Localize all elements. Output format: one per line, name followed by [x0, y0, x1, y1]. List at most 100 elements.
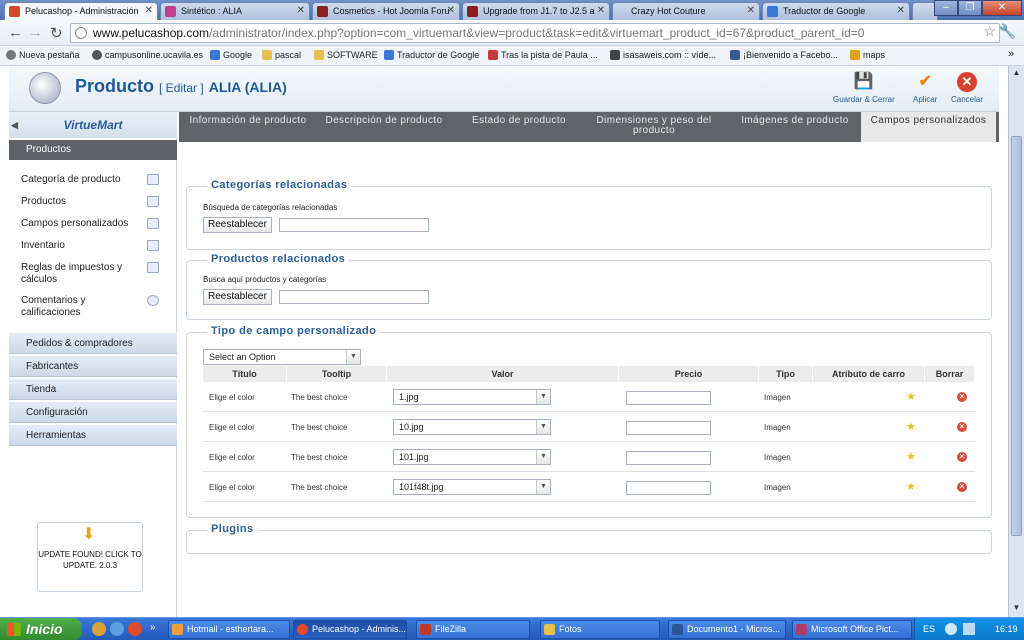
delete-icon[interactable]: ✕ — [957, 482, 967, 492]
sidebar-group-pedidos[interactable]: Pedidos & compradores — [9, 332, 177, 354]
browser-tab[interactable]: Traductor de Google ✕ — [762, 2, 910, 20]
bookmark-item[interactable]: isasaweis.com :: víde... — [610, 50, 716, 60]
precio-input[interactable] — [626, 451, 711, 465]
minimize-icon[interactable]: – — [934, 0, 958, 16]
custom-fields-legend: Tipo de campo personalizado — [207, 325, 381, 337]
collapse-arrow-icon[interactable]: ◀ — [11, 112, 18, 138]
wrench-icon[interactable]: 🔧 — [999, 23, 1016, 40]
clock[interactable]: 16:19 — [995, 618, 1018, 640]
taskbar-item[interactable]: Fotos — [540, 620, 660, 639]
apply-button[interactable]: ✔ Aplicar — [913, 72, 937, 104]
sidebar-group-tienda[interactable]: Tienda — [9, 378, 177, 400]
scroll-up-icon[interactable]: ▲ — [1011, 68, 1022, 80]
col-header-titulo: Título — [203, 366, 287, 382]
close-tab-icon[interactable]: ✕ — [597, 5, 605, 16]
address-input[interactable]: www.pelucashop.com/administrator/index.p… — [70, 23, 1000, 43]
custom-field-type-select[interactable]: Select an Option ▼ — [203, 349, 361, 365]
close-tab-icon[interactable]: ✕ — [747, 5, 755, 16]
bookmark-item[interactable]: SOFTWARE — [314, 50, 378, 60]
delete-icon[interactable]: ✕ — [957, 392, 967, 402]
categorias-search-input[interactable] — [279, 218, 429, 232]
sidebar-item-comentarios[interactable]: Comentarios y calificaciones — [21, 295, 159, 319]
productos-search-input[interactable] — [279, 290, 429, 304]
quicklaunch-chrome-icon[interactable] — [128, 622, 142, 636]
taskbar-item[interactable]: Hotmail - esthertara... — [168, 620, 290, 639]
taskbar-item[interactable]: Microsoft Office Pict... — [792, 620, 912, 639]
bookmark-item[interactable]: Nueva pestaña — [6, 50, 80, 60]
browser-tab[interactable]: Crazy Hot Couture ✕ — [612, 2, 760, 20]
valor-select[interactable]: 101.jpg ▼ — [393, 449, 551, 465]
tab-estado[interactable]: Estado de producto — [469, 116, 569, 126]
sidebar-group-fabricantes[interactable]: Fabricantes — [9, 355, 177, 377]
maximize-icon[interactable]: ❐ — [958, 0, 982, 16]
reload-icon[interactable]: ↻ — [50, 24, 63, 42]
taskbar-item[interactable]: Pelucashop - Adminis... — [293, 620, 407, 639]
save-close-button[interactable]: 💾 Guardar & Cerrar — [833, 72, 895, 104]
sidebar-item-inventario[interactable]: Inventario — [21, 240, 171, 252]
bookmark-item[interactable]: Tras la pista de Paula ... — [488, 50, 598, 60]
bookmark-item[interactable]: pascal — [262, 50, 301, 60]
browser-tab[interactable]: Pelucashop - Administración ✕ — [4, 2, 158, 20]
browser-tab[interactable]: Cosmetics - Hot Joomla Foru ✕ — [312, 2, 460, 20]
tab-informacion[interactable]: Información de producto — [183, 116, 313, 126]
sidebar-item-categoria[interactable]: Categoría de producto — [21, 174, 171, 186]
bookmarks-bar: Nueva pestaña campusonline.ucavila.es Go… — [0, 46, 1024, 66]
browser-tab[interactable]: Sintético : ALIA ✕ — [160, 2, 310, 20]
sidebar-item-productos[interactable]: Productos — [21, 196, 171, 208]
quicklaunch-explorer-icon[interactable] — [110, 622, 124, 636]
bookmark-item[interactable]: Google — [210, 50, 252, 60]
taskbar-item[interactable]: Documento1 - Micros... — [668, 620, 786, 639]
tab-dimensiones[interactable]: Dimensiones y peso del producto — [589, 116, 719, 136]
precio-input[interactable] — [626, 421, 711, 435]
cart-attribute-star-icon[interactable]: ★ — [906, 390, 916, 403]
close-tab-icon[interactable]: ✕ — [897, 5, 905, 16]
more-bookmarks-icon[interactable]: » — [1008, 48, 1014, 60]
sidebar-group-herramientas[interactable]: Herramientas — [9, 424, 177, 446]
scroll-down-icon[interactable]: ▼ — [1011, 603, 1022, 615]
col-header-tooltip: Tooltip — [287, 366, 387, 382]
network-icon[interactable] — [945, 623, 957, 635]
categorias-reset-button[interactable]: Reestablecer — [203, 217, 272, 233]
bookmark-star-icon[interactable]: ☆ — [983, 23, 996, 40]
word-icon — [672, 624, 683, 635]
sidebar-group-configuracion[interactable]: Configuración — [9, 401, 177, 423]
precio-input[interactable] — [626, 481, 711, 495]
valor-select[interactable]: 10.jpg ▼ — [393, 419, 551, 435]
volume-icon[interactable] — [963, 623, 975, 635]
quicklaunch-ie-icon[interactable] — [92, 622, 106, 636]
forward-arrow-icon[interactable]: → — [28, 24, 43, 41]
tab-imagenes[interactable]: Imágenes de producto — [735, 116, 855, 126]
close-window-icon[interactable]: ✕ — [982, 0, 1022, 16]
bookmark-item[interactable]: campusonline.ucavila.es — [92, 50, 203, 60]
sidebar-item-impuestos[interactable]: Reglas de impuestos y cálculos — [21, 262, 159, 286]
delete-icon[interactable]: ✕ — [957, 452, 967, 462]
page-scrollbar[interactable]: ▲ ▼ — [1008, 66, 1024, 617]
update-notice-button[interactable]: ⬇ UPDATE FOUND! CLICK TO UPDATE. 2.0.3 — [37, 522, 143, 592]
valor-select[interactable]: 1.jpg ▼ — [393, 389, 551, 405]
browser-tab[interactable]: Upgrade from J1.7 to J2.5 a ✕ — [462, 2, 610, 20]
productos-reset-button[interactable]: Reestablecer — [203, 289, 272, 305]
language-indicator[interactable]: ES — [923, 618, 935, 640]
sidebar-section-productos[interactable]: Productos — [9, 140, 177, 160]
delete-icon[interactable]: ✕ — [957, 422, 967, 432]
cart-attribute-star-icon[interactable]: ★ — [906, 450, 916, 463]
bookmark-item[interactable]: maps — [850, 50, 885, 60]
close-tab-icon[interactable]: ✕ — [447, 5, 455, 16]
close-tab-icon[interactable]: ✕ — [297, 5, 305, 16]
close-tab-icon[interactable]: ✕ — [145, 5, 153, 16]
tab-campos-personalizados[interactable]: Campos personalizados — [861, 112, 996, 142]
precio-input[interactable] — [626, 391, 711, 405]
tab-descripcion[interactable]: Descripción de producto — [319, 116, 449, 126]
taskbar-item[interactable]: FileZilla — [416, 620, 530, 639]
cart-attribute-star-icon[interactable]: ★ — [906, 480, 916, 493]
cart-attribute-star-icon[interactable]: ★ — [906, 420, 916, 433]
sidebar-item-campos[interactable]: Campos personalizados — [21, 218, 171, 230]
bookmark-item[interactable]: Traductor de Google — [384, 50, 479, 60]
start-button[interactable]: Inicio — [0, 618, 82, 640]
back-arrow-icon[interactable]: ← — [8, 24, 23, 41]
cancel-button[interactable]: ✕ Cancelar — [951, 72, 983, 104]
quicklaunch-more-icon[interactable]: » — [150, 622, 156, 633]
scrollbar-thumb[interactable] — [1011, 136, 1022, 536]
valor-select[interactable]: 101f48t.jpg ▼ — [393, 479, 551, 495]
bookmark-item[interactable]: ¡Bienvenido a Facebo... — [730, 50, 838, 60]
